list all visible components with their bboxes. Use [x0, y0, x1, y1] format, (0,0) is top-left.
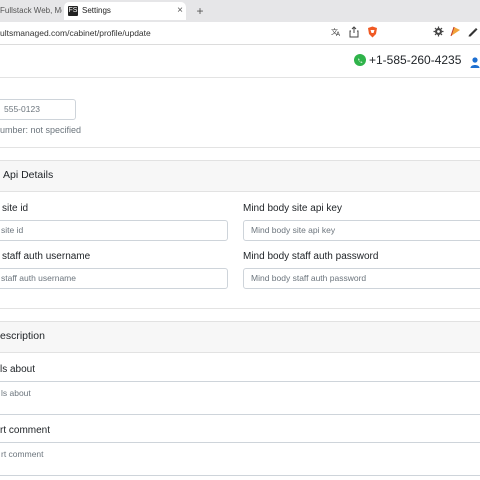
phone-input[interactable]: 555-0123: [0, 99, 76, 120]
tab-title: Fullstack Web, Mob: [0, 6, 62, 15]
tab-title: Settings: [82, 6, 111, 15]
brave-shield-icon[interactable]: [366, 26, 378, 39]
user-icon[interactable]: [470, 55, 480, 68]
settings-favicon-icon: FS: [68, 6, 78, 16]
pen-icon[interactable]: [466, 26, 478, 39]
site-api-key-input[interactable]: Mind body site api key: [243, 220, 480, 241]
site-id-input[interactable]: site id: [0, 220, 228, 241]
details-about-placeholder: ls about: [1, 388, 31, 398]
section-divider: [0, 147, 480, 148]
details-about-label: ls about: [0, 364, 36, 375]
staff-username-label: staff auth username: [2, 251, 91, 262]
browser-tab-settings[interactable]: FS Settings ×: [64, 2, 186, 20]
new-tab-button[interactable]: +: [192, 2, 208, 20]
extension-flag-icon[interactable]: [449, 26, 461, 39]
site-id-label: site id: [2, 203, 29, 214]
phone-number-note: umber: not specified: [0, 125, 82, 135]
api-details-title: Api Details: [3, 169, 54, 181]
header-phone-number[interactable]: +1-585-260-4235: [369, 51, 461, 69]
site-id-placeholder: site id: [1, 225, 24, 235]
description-header: escription: [0, 321, 480, 353]
url-text[interactable]: ultsmanaged.com/cabinet/profile/update: [0, 22, 151, 44]
browser-tab-fullstack[interactable]: Fullstack Web, Mob: [0, 2, 62, 20]
staff-password-input[interactable]: Mind body staff auth password: [243, 268, 480, 289]
translate-icon[interactable]: 文A: [330, 26, 342, 39]
staff-username-input[interactable]: staff auth username: [0, 268, 228, 289]
section-divider: [0, 308, 480, 309]
close-tab-icon[interactable]: ×: [177, 2, 183, 20]
header-divider: [0, 77, 480, 78]
share-icon[interactable]: [348, 26, 360, 39]
staff-password-label: Mind body staff auth password: [243, 251, 379, 262]
short-comment-textarea[interactable]: rt comment: [0, 442, 480, 476]
staff-password-placeholder: Mind body staff auth password: [251, 273, 367, 283]
phone-input-value: 555-0123: [4, 104, 40, 114]
staff-username-placeholder: staff auth username: [1, 273, 76, 283]
whatsapp-icon[interactable]: [354, 54, 366, 66]
details-about-textarea[interactable]: ls about: [0, 381, 480, 415]
description-title: escription: [0, 330, 45, 342]
site-api-key-placeholder: Mind body site api key: [251, 225, 336, 235]
api-details-header: Api Details: [0, 160, 480, 192]
gear-icon[interactable]: [432, 26, 444, 39]
svg-text:A: A: [336, 31, 341, 37]
site-api-key-label: Mind body site api key: [243, 203, 342, 214]
short-comment-label: rt comment: [0, 425, 51, 436]
short-comment-placeholder: rt comment: [1, 449, 44, 459]
